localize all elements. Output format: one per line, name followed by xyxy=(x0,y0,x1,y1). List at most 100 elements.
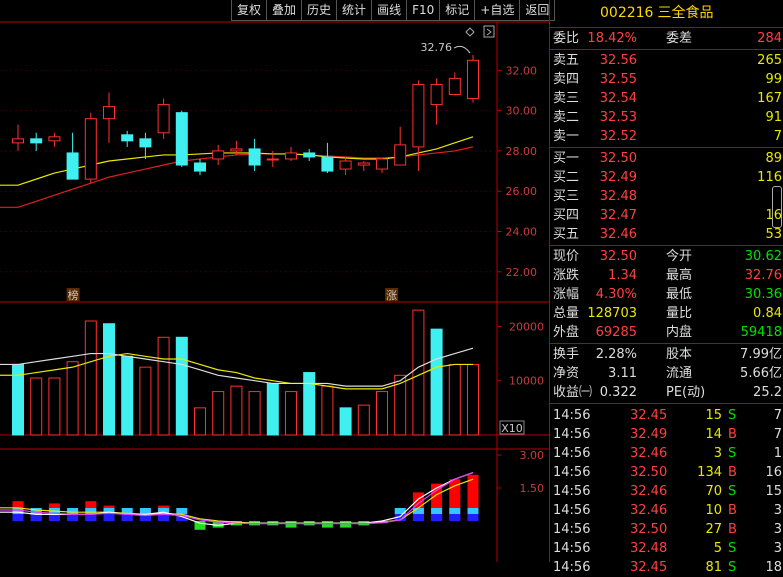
tick-volume: 14 xyxy=(705,427,722,442)
candle-body[interactable] xyxy=(339,160,352,170)
macd-bar[interactable] xyxy=(285,521,297,528)
ask-row[interactable]: 卖一 32.52 7 xyxy=(550,127,783,146)
draw-line-button[interactable]: 画线 xyxy=(371,0,408,21)
book-scroll-handle[interactable] xyxy=(772,186,782,228)
volume-bar[interactable] xyxy=(412,309,425,436)
macd-bar[interactable] xyxy=(340,521,352,528)
bid-row[interactable]: 买五 32.46 53 xyxy=(550,225,783,244)
candle-body[interactable] xyxy=(84,118,97,180)
candle-body[interactable] xyxy=(266,158,279,161)
ask-book: 卖五 32.56 265 卖四 32.55 99 卖三 32.54 167 卖二 32.53 91 卖一… xyxy=(550,50,783,148)
window-icon[interactable] xyxy=(483,25,495,38)
arrow-icon xyxy=(486,28,492,36)
candle-body[interactable] xyxy=(175,112,188,166)
candle-body[interactable] xyxy=(194,162,206,172)
volume-bar[interactable] xyxy=(121,355,134,436)
volume-bar[interactable] xyxy=(48,377,61,436)
macd-bar-segment xyxy=(67,508,79,514)
candle-body[interactable] xyxy=(467,59,479,100)
volume-bar[interactable] xyxy=(357,404,370,436)
candle-body[interactable] xyxy=(248,148,261,166)
volume-bar[interactable] xyxy=(285,391,297,436)
candle-body[interactable] xyxy=(121,134,134,142)
quote-value-2: 32.76 xyxy=(744,268,782,283)
candle-body[interactable] xyxy=(376,158,388,170)
restore-rights-button[interactable]: 复权 xyxy=(231,0,268,21)
ask-price: 32.54 xyxy=(599,91,637,106)
volume-bar[interactable] xyxy=(84,320,97,436)
ask-row[interactable]: 卖三 32.54 167 xyxy=(550,89,783,108)
bid-row[interactable]: 买三 32.48 xyxy=(550,187,783,206)
history-button[interactable]: 历史 xyxy=(301,0,338,21)
candle-body[interactable] xyxy=(30,138,43,144)
candle-body[interactable] xyxy=(103,106,115,120)
candle-body[interactable] xyxy=(139,138,152,148)
tick-list[interactable]: 14:56 32.45 15 S 7 14:56 32.49 14 B 7 14:56 32.46 3 S… xyxy=(550,404,783,577)
candle-body[interactable] xyxy=(212,150,225,160)
volume-bar[interactable] xyxy=(194,407,206,436)
candle-body[interactable] xyxy=(448,77,461,96)
candle-body[interactable] xyxy=(303,152,316,158)
add-watchlist-button[interactable]: +自选 xyxy=(474,0,521,21)
volume-bar[interactable] xyxy=(448,363,461,436)
volume-bar[interactable] xyxy=(212,391,225,436)
quote-value-2: 30.62 xyxy=(744,249,782,264)
ask-label: 卖四 xyxy=(553,72,580,87)
macd-bar[interactable] xyxy=(321,521,333,528)
quote-value-2: 59418 xyxy=(740,325,782,340)
ask-row[interactable]: 卖五 32.56 265 xyxy=(550,51,783,70)
candle-body[interactable] xyxy=(430,83,443,106)
volume-bar[interactable] xyxy=(376,391,388,436)
volume-bar[interactable] xyxy=(230,385,243,436)
candle-body[interactable] xyxy=(285,152,297,160)
ask-volume: 167 xyxy=(757,91,782,106)
ask-row[interactable]: 卖四 32.55 99 xyxy=(550,70,783,89)
tick-row: 14:56 32.46 3 S 1 xyxy=(550,444,783,463)
candle-body[interactable] xyxy=(321,156,334,172)
tick-time: 14:56 xyxy=(553,503,591,518)
volume-unit-label: X10 xyxy=(501,422,523,435)
candle-body[interactable] xyxy=(357,162,370,166)
tick-count: 3 xyxy=(773,503,782,518)
quote-row: 外盘 69285 内盘 59418 xyxy=(550,323,783,342)
statistics-button[interactable]: 统计 xyxy=(336,0,373,21)
tick-row: 14:56 32.50 27 B 3 xyxy=(550,520,783,539)
bid-row[interactable]: 买二 32.49 116 xyxy=(550,168,783,187)
volume-bar[interactable] xyxy=(157,336,170,436)
volume-bar[interactable] xyxy=(467,363,479,436)
volume-bar[interactable] xyxy=(321,385,334,436)
tick-price: 32.48 xyxy=(630,541,668,556)
candle-body[interactable] xyxy=(412,83,425,148)
ask-row[interactable]: 卖二 32.53 91 xyxy=(550,108,783,127)
tick-price: 32.46 xyxy=(630,503,668,518)
f10-button[interactable]: F10 xyxy=(406,0,441,21)
volume-bar[interactable] xyxy=(266,382,279,436)
fund-value: 0.322 xyxy=(599,385,637,400)
candle-body[interactable] xyxy=(157,104,170,134)
volume-bar[interactable] xyxy=(66,361,79,436)
volume-bar[interactable] xyxy=(139,366,152,436)
bid-row[interactable]: 买一 32.50 89 xyxy=(550,149,783,168)
overlay-button[interactable]: 叠加 xyxy=(266,0,303,21)
quote-value: 69285 xyxy=(595,325,637,340)
volume-bar[interactable] xyxy=(339,407,352,436)
candle-body[interactable] xyxy=(12,138,24,144)
macd-bar-segment xyxy=(467,514,479,521)
volume-bar[interactable] xyxy=(103,323,115,436)
diamond-icon[interactable] xyxy=(465,27,475,37)
bid-volume: 116 xyxy=(757,170,782,185)
volume-bar[interactable] xyxy=(30,377,43,436)
volume-bar[interactable] xyxy=(303,372,316,436)
volume-bar[interactable] xyxy=(430,328,443,436)
candle-body[interactable] xyxy=(48,136,61,142)
macd-axis-label: 3.00 xyxy=(520,449,545,462)
volume-bar[interactable] xyxy=(248,391,261,436)
volume-bar[interactable] xyxy=(175,336,188,436)
bid-row[interactable]: 买四 32.47 16 xyxy=(550,206,783,225)
candle-body[interactable] xyxy=(394,144,407,166)
fund-value-2: 25.2 xyxy=(753,385,782,400)
candle-body[interactable] xyxy=(230,148,243,152)
chart-area[interactable]: 32.00 30.00 28.00 26.00 24.00 22.00 32.76 榜 涨 200… xyxy=(0,0,549,562)
mark-button[interactable]: 标记 xyxy=(439,0,476,21)
candle-body[interactable] xyxy=(66,152,79,180)
